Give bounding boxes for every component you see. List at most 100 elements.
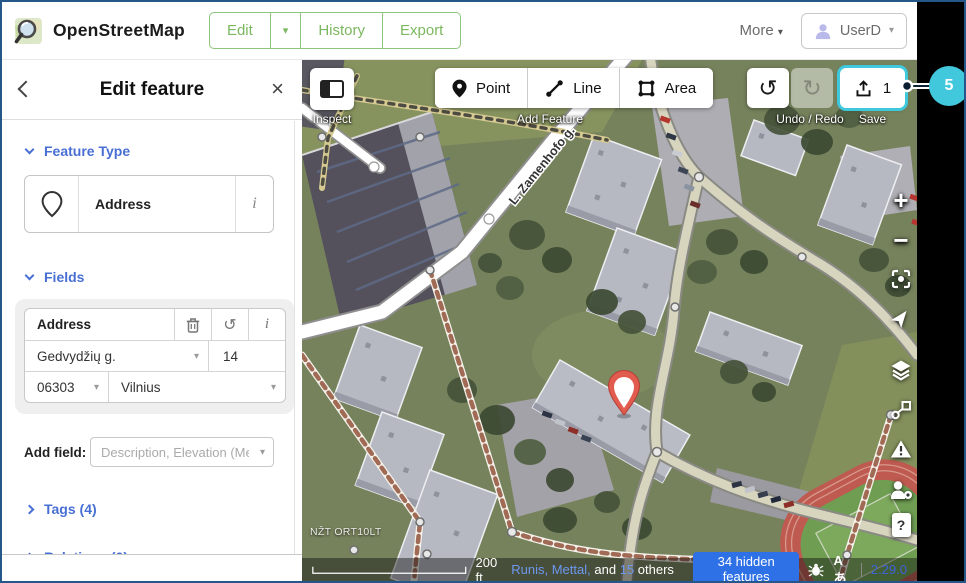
version-link[interactable]: 2.29.0 bbox=[871, 562, 907, 577]
save-button[interactable]: 1 bbox=[840, 68, 905, 108]
history-button[interactable]: History bbox=[300, 13, 382, 48]
undo-button[interactable]: ↺ bbox=[747, 68, 789, 108]
remove-field-button[interactable] bbox=[174, 309, 211, 340]
feature-icon-cell bbox=[25, 176, 79, 232]
add-line-button[interactable]: Line bbox=[527, 68, 619, 108]
map-data-button[interactable] bbox=[886, 395, 916, 425]
report-bug-button[interactable] bbox=[808, 563, 824, 577]
bug-icon bbox=[808, 563, 824, 577]
caret-down-icon: ▾ bbox=[93, 381, 99, 393]
city-combobox[interactable]: Vilnius ▾ bbox=[108, 372, 285, 402]
housenumber-input[interactable]: 14 bbox=[208, 341, 285, 371]
scroll-gutter bbox=[294, 121, 295, 554]
help-button[interactable]: ? bbox=[886, 510, 916, 540]
add-feature-group: Point Line Area bbox=[435, 68, 714, 108]
geolocate-button[interactable] bbox=[886, 303, 916, 333]
feature-type-info-button[interactable]: i bbox=[235, 176, 273, 232]
feature-type-name: Address bbox=[95, 196, 152, 212]
layers-icon bbox=[891, 360, 911, 381]
inspect-mode-button[interactable] bbox=[310, 68, 354, 110]
panel-footer bbox=[2, 554, 302, 581]
fields-section: Fields Address ↺ i Gedvydžių g. ▾ 14 063… bbox=[2, 269, 302, 467]
address-field-label: Address bbox=[37, 317, 92, 332]
chevron-right-icon bbox=[24, 504, 35, 514]
undo-icon: ↺ bbox=[758, 74, 778, 101]
map-pin-outline-icon bbox=[41, 190, 62, 218]
frame-target-icon bbox=[891, 269, 911, 289]
feature-type-card[interactable]: Address i bbox=[24, 175, 274, 233]
close-icon[interactable]: × bbox=[267, 60, 288, 118]
help-icon: ? bbox=[891, 513, 911, 537]
scale-label: 200 ft bbox=[475, 554, 498, 582]
edit-button[interactable]: Edit bbox=[210, 13, 270, 48]
add-field-combobox[interactable]: ▾ bbox=[90, 437, 274, 467]
address-field-wrap: Address ↺ i Gedvydžių g. ▾ 14 06303 ▾ Vi… bbox=[15, 299, 294, 414]
others-count-link[interactable]: 15 bbox=[620, 562, 634, 577]
status-strip: 200 ft Runis, Mettal, and 15 others 34 h… bbox=[302, 552, 917, 582]
app-window: OpenStreetMap Edit ▾ History Export More… bbox=[0, 0, 966, 583]
address-field-header-row: Address ↺ i bbox=[25, 309, 285, 340]
caret-down-icon: ▾ bbox=[259, 447, 265, 458]
warning-triangle-icon bbox=[890, 440, 912, 458]
zoom-to-selection-button[interactable] bbox=[886, 264, 916, 294]
caret-down-icon: ▾ bbox=[193, 350, 199, 362]
save-upload-icon bbox=[856, 79, 871, 96]
edit-feature-panel: Edit feature × Feature Type Address i Fi… bbox=[2, 60, 302, 581]
panel-title: Edit feature bbox=[99, 79, 205, 100]
revert-field-button[interactable]: ↺ bbox=[211, 309, 248, 340]
add-field-label: Add field: bbox=[24, 444, 87, 460]
user-avatar-icon bbox=[815, 23, 831, 39]
preferences-button[interactable] bbox=[886, 475, 916, 505]
imagery-attribution: NŽT ORT10LT bbox=[310, 526, 382, 538]
zoom-in-button[interactable]: + bbox=[886, 185, 916, 215]
add-field-row: Add field: ▾ bbox=[24, 437, 274, 467]
strip-divider bbox=[860, 562, 862, 577]
navigation-arrow-icon bbox=[890, 310, 907, 329]
caret-down-icon: ▾ bbox=[270, 381, 276, 393]
aerial-imagery: L. Zamenhofo g. bbox=[302, 60, 917, 581]
edit-button-group: Edit ▾ History Export bbox=[208, 12, 462, 49]
contributors-link[interactable]: Runis, Mettal, bbox=[511, 562, 590, 577]
add-point-button[interactable]: Point bbox=[435, 68, 528, 108]
edit-dropdown-caret-icon[interactable]: ▾ bbox=[269, 13, 301, 48]
redo-button[interactable]: ↻ bbox=[791, 68, 833, 108]
postcode-city-row: 06303 ▾ Vilnius ▾ bbox=[25, 371, 285, 402]
line-icon bbox=[546, 79, 563, 97]
street-housenumber-row: Gedvydžių g. ▾ 14 bbox=[25, 340, 285, 371]
trash-icon bbox=[186, 317, 200, 333]
hidden-features-button[interactable]: 34 hidden features bbox=[692, 552, 800, 581]
top-header: OpenStreetMap Edit ▾ History Export More… bbox=[2, 2, 917, 60]
brand-title: OpenStreetMap bbox=[53, 20, 185, 40]
feature-type-section-header[interactable]: Feature Type bbox=[2, 143, 302, 159]
annotation-badge: 5 bbox=[929, 66, 964, 106]
panel-body: Feature Type Address i Fields Address ↺ … bbox=[2, 121, 302, 554]
chevron-down-icon bbox=[24, 270, 35, 280]
more-menu-button[interactable]: More ▾ bbox=[739, 22, 782, 39]
redo-icon: ↻ bbox=[802, 74, 822, 101]
chevron-down-icon bbox=[24, 144, 35, 154]
header-right: More ▾ UserD ▾ bbox=[739, 12, 907, 49]
street-combobox[interactable]: Gedvydžių g. ▾ bbox=[25, 341, 208, 371]
issues-button[interactable] bbox=[886, 434, 916, 464]
background-layers-button[interactable] bbox=[886, 355, 916, 385]
panel-header: Edit feature × bbox=[2, 60, 302, 120]
scale-bar bbox=[312, 566, 467, 574]
export-button[interactable]: Export bbox=[382, 13, 460, 48]
field-info-button[interactable]: i bbox=[248, 309, 285, 340]
user-menu-button[interactable]: UserD ▾ bbox=[800, 12, 907, 49]
tags-section-header[interactable]: Tags (4) bbox=[2, 501, 302, 517]
add-field-input[interactable] bbox=[91, 438, 273, 466]
locale-switcher-button[interactable]: Aあ bbox=[833, 553, 851, 582]
edit-count-badge: 1 bbox=[882, 79, 892, 97]
map-data-icon bbox=[891, 401, 911, 420]
postcode-combobox[interactable]: 06303 ▾ bbox=[25, 372, 108, 402]
caret-down-icon: ▾ bbox=[888, 25, 894, 36]
point-icon bbox=[452, 79, 467, 97]
inspect-icon bbox=[320, 80, 344, 98]
add-area-button[interactable]: Area bbox=[618, 68, 714, 108]
caret-down-icon: ▾ bbox=[777, 27, 783, 38]
fields-section-header[interactable]: Fields bbox=[2, 269, 302, 285]
contributor-attribution: Runis, Mettal, and 15 others bbox=[511, 562, 674, 577]
map-viewport[interactable]: L. Zamenhofo g. Inspect Point Line Area … bbox=[302, 60, 917, 581]
zoom-out-button[interactable]: − bbox=[886, 225, 916, 255]
